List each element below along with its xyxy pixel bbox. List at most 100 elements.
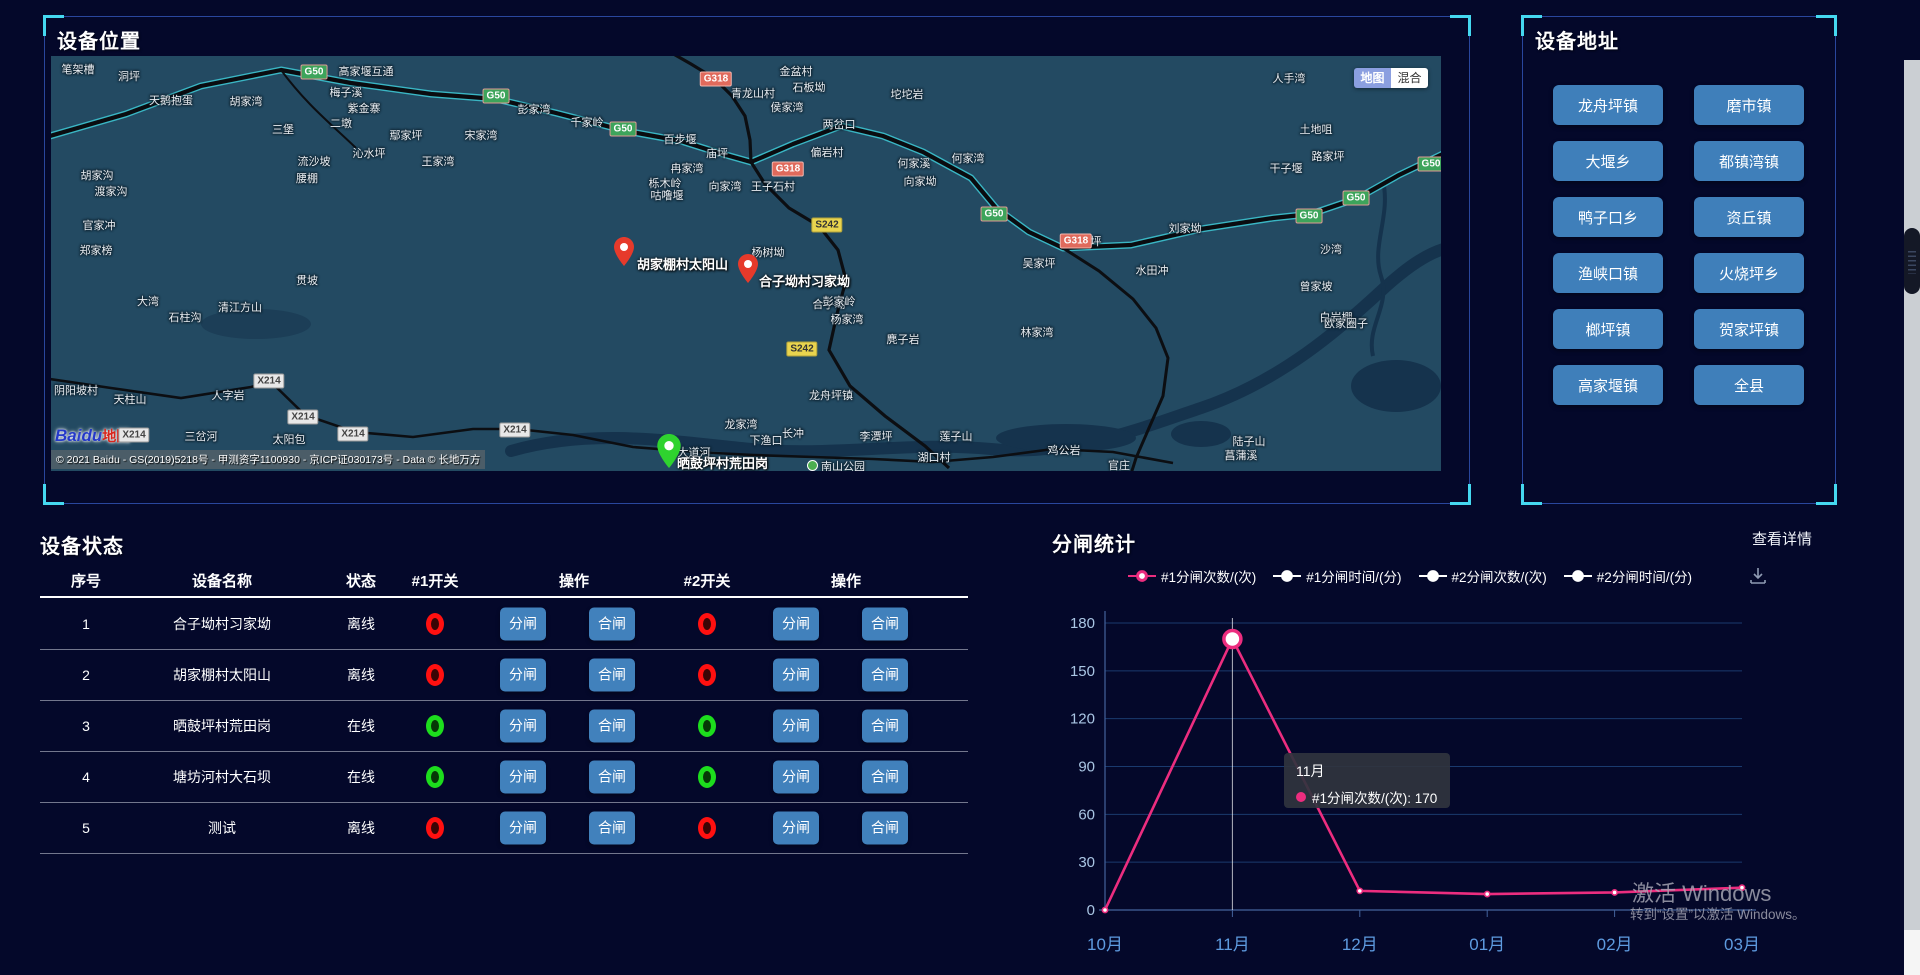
close-switch2-button[interactable]: 合闸	[862, 811, 908, 844]
cell-index: 3	[82, 718, 90, 734]
svg-text:60: 60	[1078, 806, 1095, 823]
open-switch1-button[interactable]: 分闸	[500, 760, 546, 793]
map-place-label: 刘家坳	[1169, 220, 1202, 236]
close-switch2-button[interactable]: 合闸	[862, 709, 908, 742]
column-header: 状态	[346, 570, 376, 591]
cell-status: 离线	[347, 665, 375, 685]
address-button-6[interactable]: 渔峡口镇	[1553, 253, 1663, 293]
map-type-option-hybrid[interactable]: 混合	[1391, 68, 1428, 88]
map-panel-title: 设备位置	[57, 25, 141, 54]
map-place-label: 天柱山	[114, 391, 147, 407]
close-switch2-button[interactable]: 合闸	[862, 607, 908, 640]
map-place-label: 坨坨岩	[891, 86, 924, 102]
legend-item-1[interactable]: #1分闸时间/(分)	[1273, 566, 1401, 586]
table-row: 3晒鼓坪村荒田岗在线分闸合闸分闸合闸	[40, 700, 968, 752]
address-button-2[interactable]: 大堰乡	[1553, 141, 1663, 181]
address-button-4[interactable]: 鸭子口乡	[1553, 197, 1663, 237]
switch2-status-indicator-red	[698, 664, 716, 686]
column-header: 序号	[71, 570, 101, 591]
close-switch2-button[interactable]: 合闸	[862, 658, 908, 691]
open-switch1-button[interactable]: 分闸	[500, 658, 546, 691]
address-button-3[interactable]: 都镇湾镇	[1694, 141, 1804, 181]
map-place-label: 笔架槽	[62, 61, 95, 77]
legend-item-0[interactable]: #1分闸次数/(次)	[1128, 566, 1256, 586]
scrollbar-thumb[interactable]	[1904, 228, 1920, 294]
map-place-label: 人手湾	[1273, 70, 1306, 86]
map-place-label: 吴家坪	[1023, 255, 1056, 271]
column-header: #1开关	[412, 570, 459, 591]
map-place-label: 龙家湾	[725, 416, 758, 432]
map-place-label: 龙舟坪镇	[809, 387, 853, 403]
svg-text:180: 180	[1070, 615, 1095, 632]
address-panel-title: 设备地址	[1535, 25, 1619, 54]
road-badge-g50: G50	[1296, 209, 1323, 224]
baidu-map[interactable]: 地图混合 Baidu地图 © 2021 Baidu - GS(2019)5218…	[51, 56, 1441, 471]
close-switch2-button[interactable]: 合闸	[862, 760, 908, 793]
map-place-label: 梅子溪	[330, 84, 363, 100]
close-switch1-button[interactable]: 合闸	[589, 811, 635, 844]
map-place-label: 贯坡	[296, 272, 318, 288]
open-switch2-button[interactable]: 分闸	[773, 760, 819, 793]
open-switch2-button[interactable]: 分闸	[773, 658, 819, 691]
map-place-label: 官家冲	[83, 217, 116, 233]
windows-activation-watermark-subtext: 转到“设置”以激活 Windows。	[1630, 903, 1806, 923]
map-place-label: 三堡	[272, 121, 294, 137]
close-switch1-button[interactable]: 合闸	[589, 709, 635, 742]
map-place-label: 二墩	[330, 115, 352, 131]
legend-item-3[interactable]: #2分闸时间/(分)	[1564, 566, 1692, 586]
cell-status: 在线	[347, 716, 375, 736]
open-switch1-button[interactable]: 分闸	[500, 607, 546, 640]
map-place-label: 何家湾	[952, 150, 985, 166]
address-button-5[interactable]: 资丘镇	[1694, 197, 1804, 237]
open-switch2-button[interactable]: 分闸	[773, 607, 819, 640]
scrollbar-track[interactable]	[1904, 60, 1920, 930]
address-button-0[interactable]: 龙舟坪镇	[1553, 85, 1663, 125]
view-details-link[interactable]: 查看详情	[1752, 528, 1812, 549]
map-marker-pin[interactable]	[738, 254, 758, 288]
map-place-label: 莲子山	[940, 428, 973, 444]
map-place-label: 郑家榜	[80, 242, 113, 258]
map-place-label: 麂子岩	[887, 331, 920, 347]
map-place-label: 向家坳	[904, 173, 937, 189]
address-button-8[interactable]: 榔坪镇	[1553, 309, 1663, 349]
map-type-option-map[interactable]: 地图	[1354, 68, 1391, 88]
legend-item-2[interactable]: #2分闸次数/(次)	[1419, 566, 1547, 586]
cell-status: 在线	[347, 767, 375, 787]
address-button-1[interactable]: 磨市镇	[1694, 85, 1804, 125]
cell-index: 1	[82, 616, 90, 632]
road-badge-g50: G50	[1418, 157, 1441, 172]
map-place-label: 沁水坪	[353, 145, 386, 161]
download-icon[interactable]	[1748, 566, 1768, 591]
address-button-7[interactable]: 火烧坪乡	[1694, 253, 1804, 293]
map-place-label: 王家湾	[422, 153, 455, 169]
open-switch1-button[interactable]: 分闸	[500, 811, 546, 844]
close-switch1-button[interactable]: 合闸	[589, 760, 635, 793]
park-icon	[807, 460, 818, 471]
open-switch2-button[interactable]: 分闸	[773, 709, 819, 742]
map-place-label: 曾家坡	[1300, 278, 1333, 294]
address-button-11[interactable]: 全县	[1694, 365, 1804, 405]
open-switch2-button[interactable]: 分闸	[773, 811, 819, 844]
address-button-10[interactable]: 高家堰镇	[1553, 365, 1663, 405]
open-switch1-button[interactable]: 分闸	[500, 709, 546, 742]
map-place-label: 石柱沟	[169, 309, 202, 325]
map-place-label: 南山公园	[807, 458, 865, 471]
close-switch1-button[interactable]: 合闸	[589, 658, 635, 691]
map-type-control[interactable]: 地图混合	[1354, 68, 1428, 88]
switch2-status-indicator-red	[698, 817, 716, 839]
close-switch1-button[interactable]: 合闸	[589, 607, 635, 640]
address-button-9[interactable]: 贺家坪镇	[1694, 309, 1804, 349]
svg-text:02月: 02月	[1597, 935, 1633, 954]
table-row: 5测试离线分闸合闸分闸合闸	[40, 802, 968, 854]
column-header: 操作	[831, 570, 861, 591]
column-header: #2开关	[684, 570, 731, 591]
svg-text:150: 150	[1070, 663, 1095, 680]
scrollbar-corner	[1904, 930, 1920, 975]
device-location-panel: 设备位置 地图混合 Baidu地图 © 2021 Baidu - GS(2019…	[44, 16, 1470, 504]
switch1-status-indicator-green	[426, 766, 444, 788]
svg-text:120: 120	[1070, 711, 1095, 728]
map-place-label: 胡家湾	[230, 93, 263, 109]
chart-legend: #1分闸次数/(次) #1分闸时间/(分) #2分闸次数/(次) #2分闸时间/(分)	[1128, 566, 1692, 586]
status-section-title: 设备状态	[40, 530, 124, 559]
map-marker-pin[interactable]	[614, 237, 634, 271]
